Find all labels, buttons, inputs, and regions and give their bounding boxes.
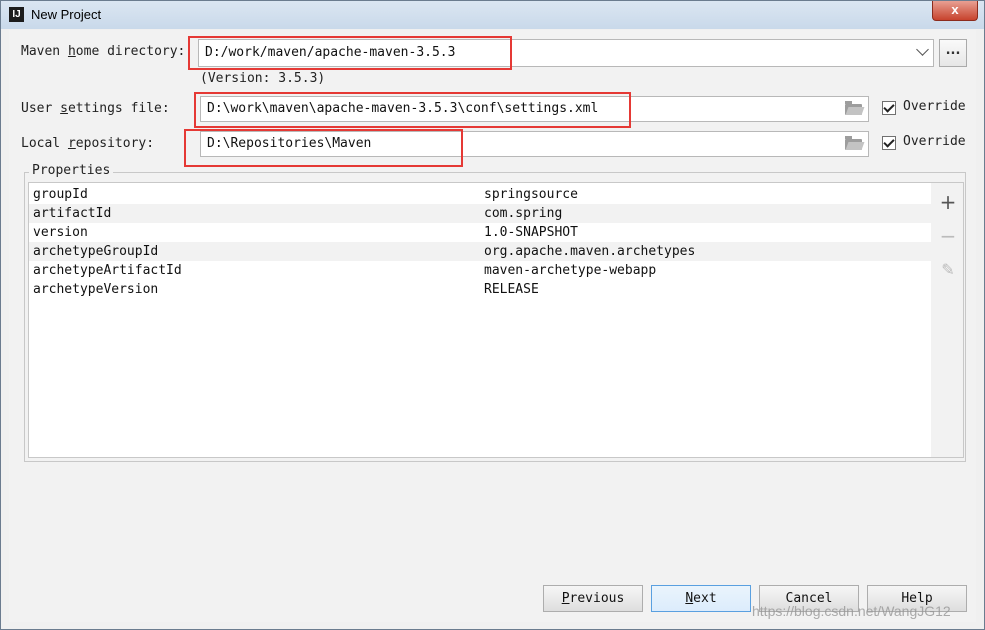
- next-button[interactable]: Next: [651, 585, 751, 612]
- table-row[interactable]: version 1.0-SNAPSHOT: [29, 223, 931, 242]
- new-project-dialog: IJ New Project x Maven home directory: D…: [0, 0, 985, 630]
- maven-home-label: Maven home directory:: [21, 44, 186, 59]
- maven-home-combo[interactable]: D:/work/maven/apache-maven-3.5.3: [198, 39, 934, 67]
- close-button[interactable]: x: [932, 1, 978, 21]
- properties-toolbar: + − ✎: [931, 182, 964, 458]
- folder-icon[interactable]: [845, 136, 862, 150]
- property-key: artifactId: [33, 206, 112, 221]
- maven-version-text: (Version: 3.5.3): [200, 71, 326, 86]
- user-settings-override-checkbox[interactable]: [882, 101, 896, 115]
- table-row[interactable]: artifactId com.spring: [29, 204, 931, 223]
- property-key: version: [33, 225, 88, 240]
- folder-icon[interactable]: [845, 101, 862, 115]
- remove-icon[interactable]: −: [939, 226, 957, 246]
- property-key: archetypeGroupId: [33, 244, 159, 259]
- edit-icon[interactable]: ✎: [939, 261, 957, 279]
- property-key: groupId: [33, 187, 88, 202]
- table-row[interactable]: archetypeGroupId org.apache.maven.archety…: [29, 242, 931, 261]
- user-settings-value: D:\work\maven\apache-maven-3.5.3\conf\se…: [207, 101, 599, 116]
- property-value: com.spring: [484, 206, 563, 221]
- dialog-content: Maven home directory: D:/work/maven/apac…: [9, 30, 976, 622]
- local-repo-value: D:\Repositories\Maven: [207, 136, 372, 151]
- local-repo-override-label[interactable]: Override: [903, 134, 966, 149]
- property-value: RELEASE: [484, 282, 539, 297]
- property-value: 1.0-SNAPSHOT: [484, 225, 578, 240]
- maven-home-value: D:/work/maven/apache-maven-3.5.3: [205, 45, 456, 60]
- user-settings-label: User settings file:: [21, 101, 170, 116]
- property-key: archetypeArtifactId: [33, 263, 182, 278]
- property-value: maven-archetype-webapp: [484, 263, 657, 278]
- properties-title: Properties: [29, 163, 114, 178]
- table-row[interactable]: archetypeArtifactId maven-archetype-webap…: [29, 261, 931, 280]
- property-key: archetypeVersion: [33, 282, 159, 297]
- user-settings-override-label[interactable]: Override: [903, 99, 966, 114]
- watermark-text: https://blog.csdn.net/WangJG12: [752, 603, 951, 619]
- chevron-down-icon[interactable]: [916, 43, 929, 56]
- title-bar[interactable]: IJ New Project x: [1, 1, 984, 29]
- local-repo-override-checkbox[interactable]: [882, 136, 896, 150]
- add-icon[interactable]: +: [939, 192, 957, 212]
- local-repo-label: Local repository:: [21, 136, 155, 151]
- table-row[interactable]: groupId springsource: [29, 185, 931, 204]
- table-row[interactable]: archetypeVersion RELEASE: [29, 280, 931, 299]
- property-value: org.apache.maven.archetypes: [484, 244, 696, 259]
- user-settings-field[interactable]: D:\work\maven\apache-maven-3.5.3\conf\se…: [200, 96, 869, 122]
- property-value: springsource: [484, 187, 578, 202]
- properties-table[interactable]: groupId springsource artifactId com.spring…: [28, 182, 932, 458]
- intellij-icon: IJ: [9, 7, 24, 22]
- window-title: New Project: [31, 7, 102, 22]
- maven-home-browse-button[interactable]: ...: [939, 39, 967, 67]
- local-repo-field[interactable]: D:\Repositories\Maven: [200, 131, 869, 157]
- previous-button[interactable]: Previous: [543, 585, 643, 612]
